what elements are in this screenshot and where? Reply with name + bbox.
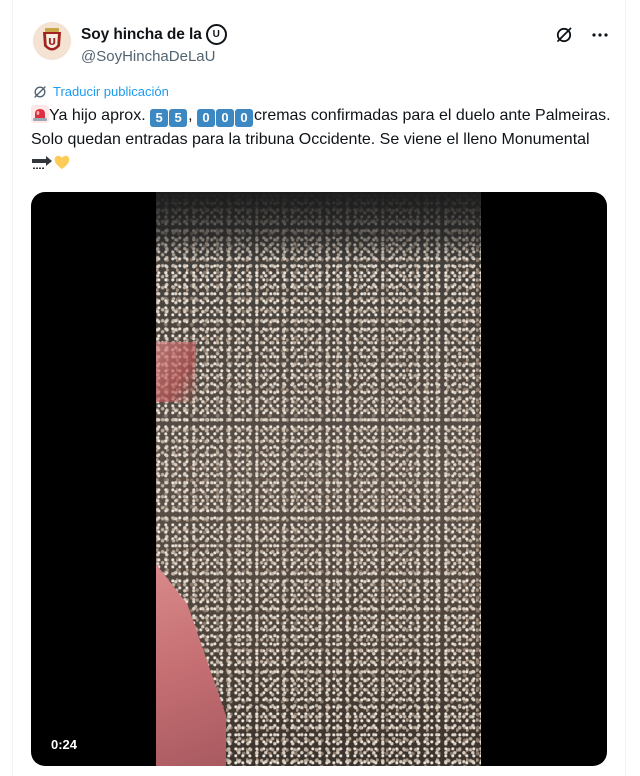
avatar[interactable]: U (33, 22, 71, 60)
keycap-digit: 5 (169, 109, 188, 127)
grok-icon[interactable] (553, 24, 575, 46)
display-name[interactable]: Soy hincha de la (81, 26, 202, 44)
keycap-digit: 0 (235, 109, 253, 127)
svg-text:U: U (48, 37, 56, 48)
stadium-lights (156, 192, 481, 262)
police-light-emoji (31, 105, 49, 123)
keycap-digit: 5 (150, 109, 169, 127)
crowd-flag (156, 342, 196, 402)
tweet-actions-top (553, 24, 611, 46)
post-text-comma: , (188, 107, 193, 124)
user-handle[interactable]: @SoyHinchaDeLaU (81, 48, 227, 65)
name-badge: U (205, 24, 227, 45)
translate-label[interactable]: Traducir publicación (53, 84, 169, 99)
tweet-header: Soy hincha de la U @SoyHinchaDeLaU (81, 24, 227, 65)
keycap-digit: 0 (197, 109, 215, 127)
more-icon[interactable] (589, 24, 611, 46)
post-text: Ya hijo aprox. 55, 0 0 0 cremas confirmadas… (31, 104, 611, 176)
stand-barrier (156, 564, 226, 766)
soon-arrow-emoji (31, 153, 53, 171)
keycap-digit: 0 (216, 109, 234, 127)
video-duration: 0:24 (51, 737, 78, 752)
yellow-heart-emoji (53, 153, 71, 171)
club-crest-icon: U (33, 22, 71, 60)
post-text-part1: Ya hijo aprox. (49, 107, 151, 124)
translate-link[interactable]: Traducir publicación (33, 84, 169, 99)
translate-icon (34, 85, 46, 98)
video-player[interactable]: 0:24 (31, 192, 607, 766)
video-frame (156, 192, 481, 766)
tweet-card: U Soy hincha de la U @SoyHinchaDeLaU Tra… (12, 0, 626, 776)
